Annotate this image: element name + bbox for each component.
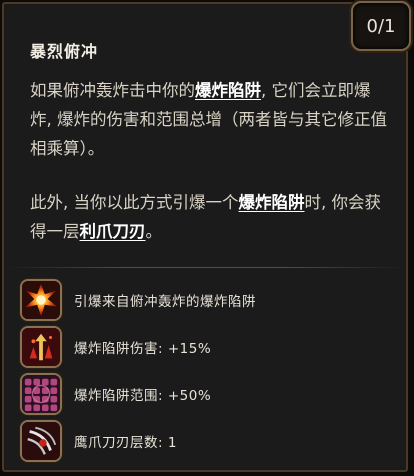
effect-text: 引爆来自俯冲轰炸的爆炸陷阱 [74,293,256,310]
effect-text: 爆炸陷阱伤害: +15% [74,340,212,357]
desc-text: 如果俯冲轰炸击中你的 [30,81,195,100]
effect-text: 爆炸陷阱范围: +50% [74,387,212,404]
skill-tooltip: 暴烈俯冲 如果俯冲轰炸击中你的爆炸陷阱, 它们会立即爆炸, 爆炸的伤害和范围总增… [2,2,408,472]
desc-text: 此外, 当你以此方式引爆一个 [30,193,239,212]
trap-area-icon [20,372,62,415]
effect-row: 爆炸陷阱范围: +50% [14,370,404,417]
claw-blade-icon [20,419,62,462]
explosion-icon [20,278,62,321]
description-paragraph-1: 如果俯冲轰炸击中你的爆炸陷阱, 它们会立即爆炸, 爆炸的伤害和范围总增（两者皆与… [30,76,390,163]
effect-text: 鹰爪刀刃层数: 1 [74,434,177,451]
skill-title: 暴烈俯冲 [30,42,99,61]
keyword-claw-blade[interactable]: 利爪刀刃 [80,222,146,241]
effect-row: 鹰爪刀刃层数: 1 [14,417,404,464]
effects-list: 引爆来自俯冲轰炸的爆炸陷阱 爆炸陷阱伤害: +15% 爆炸陷阱范围: +50% … [14,276,404,464]
keyword-explosive-trap[interactable]: 爆炸陷阱 [239,193,305,212]
trap-damage-icon [20,325,62,368]
desc-text: 。 [145,222,163,241]
rank-counter-badge: 0/1 [351,1,411,51]
description-paragraph-2: 此外, 当你以此方式引爆一个爆炸陷阱时, 你会获得一层利爪刀刃。 [30,188,390,246]
skill-description: 如果俯冲轰炸击中你的爆炸陷阱, 它们会立即爆炸, 爆炸的伤害和范围总增（两者皆与… [30,76,390,246]
effect-row: 爆炸陷阱伤害: +15% [14,323,404,370]
section-divider [8,267,402,268]
keyword-explosive-trap[interactable]: 爆炸陷阱 [195,81,261,100]
effect-row: 引爆来自俯冲轰炸的爆炸陷阱 [14,276,404,323]
